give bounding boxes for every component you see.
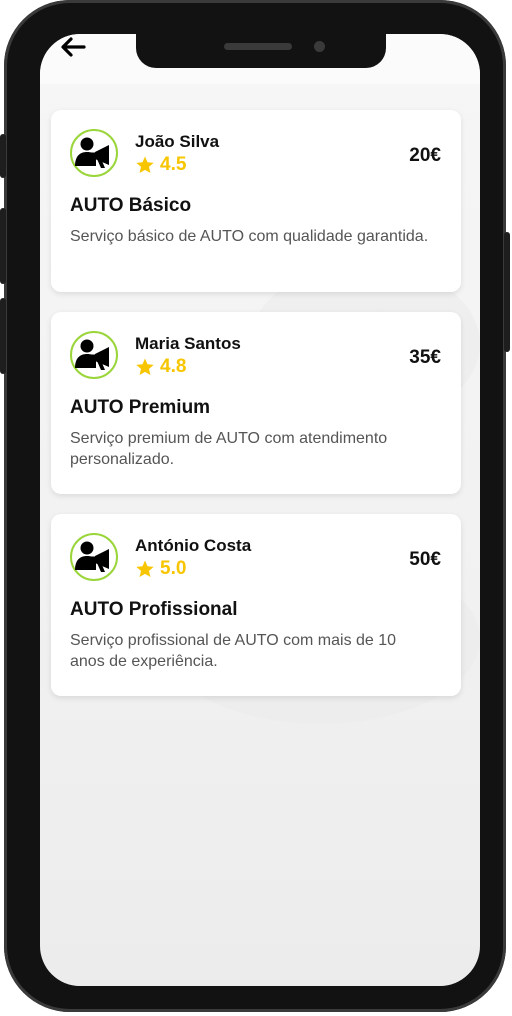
volume-down-button [0, 298, 6, 374]
rating: 5.0 [135, 558, 186, 580]
arrow-left-icon [61, 37, 86, 57]
rating-value: 5.0 [160, 558, 187, 579]
rating-value: 4.8 [160, 356, 187, 377]
power-button [504, 232, 510, 352]
rating: 4.5 [135, 154, 186, 176]
person-megaphone-icon [75, 339, 109, 370]
volume-up-button [0, 208, 6, 284]
front-camera [314, 41, 325, 52]
speaker [224, 43, 292, 50]
star-icon [136, 560, 154, 577]
person-megaphone-icon [75, 137, 109, 168]
notch [136, 34, 386, 68]
service-list: João Silva 4.5 20€ AUTO Básico Serviço b… [51, 110, 461, 716]
provider-name: António Costa [135, 536, 252, 555]
app-screen: João Silva 4.5 20€ AUTO Básico Serviço b… [40, 34, 480, 986]
phone-frame: João Silva 4.5 20€ AUTO Básico Serviço b… [0, 0, 510, 1012]
rating-value: 4.5 [160, 154, 187, 175]
service-description: Serviço básico de AUTO com qualidade gar… [70, 228, 429, 245]
service-card[interactable]: Maria Santos 4.8 35€ AUTO Premium Serviç… [51, 312, 461, 494]
provider-name: João Silva [135, 132, 220, 151]
mute-switch [0, 134, 6, 178]
price: 20€ [409, 145, 441, 166]
star-icon [136, 358, 154, 375]
rating: 4.8 [135, 356, 186, 378]
price: 35€ [409, 347, 441, 368]
service-title: AUTO Profissional [70, 599, 238, 620]
person-megaphone-icon [75, 541, 109, 572]
service-title: AUTO Premium [70, 397, 211, 418]
provider-avatar [70, 533, 118, 581]
service-title: AUTO Básico [70, 195, 192, 216]
service-description: Serviço profissional de AUTO com mais de… [70, 632, 397, 670]
provider-avatar [70, 129, 118, 177]
price: 50€ [409, 549, 441, 570]
service-card[interactable]: António Costa 5.0 50€ AUTO Profissional … [51, 514, 461, 696]
star-icon [136, 156, 154, 173]
provider-avatar [70, 331, 118, 379]
provider-name: Maria Santos [135, 334, 241, 353]
service-description: Serviço premium de AUTO com atendimento … [70, 430, 388, 468]
back-button[interactable] [58, 34, 88, 60]
service-card[interactable]: João Silva 4.5 20€ AUTO Básico Serviço b… [51, 110, 461, 292]
